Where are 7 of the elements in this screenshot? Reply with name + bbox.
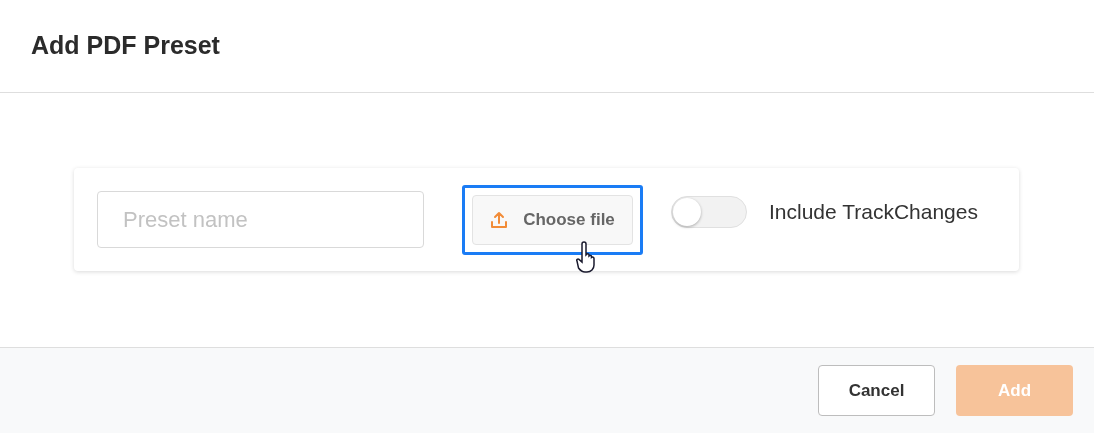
dialog-title: Add PDF Preset — [31, 30, 220, 62]
preset-name-field[interactable]: Preset name — [97, 191, 424, 248]
cancel-button[interactable]: Cancel — [818, 365, 935, 416]
choose-file-button[interactable]: Choose file — [472, 194, 633, 245]
toggle-switch[interactable] — [671, 195, 747, 228]
toggle-label: Include TrackChanges — [769, 198, 978, 225]
upload-icon — [490, 210, 509, 229]
